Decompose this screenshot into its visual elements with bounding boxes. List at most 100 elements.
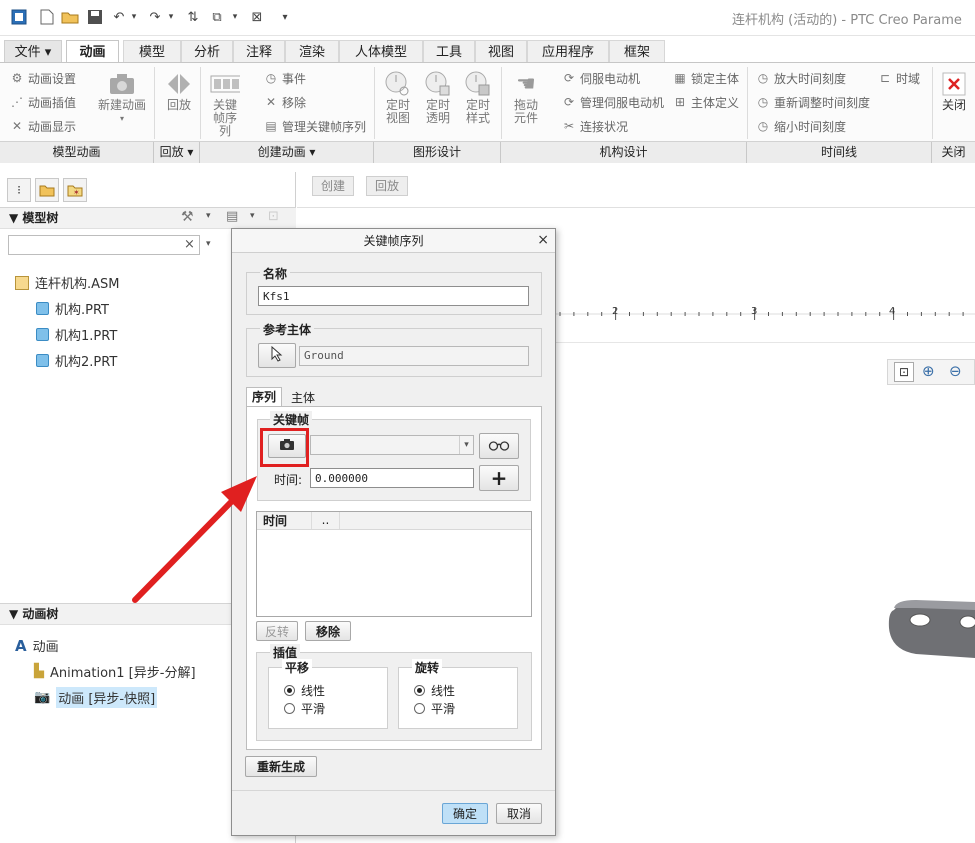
anim-interp-button[interactable]: ⋰ 动画插值 xyxy=(10,93,76,111)
new-file-icon[interactable] xyxy=(38,8,56,26)
new-animation-button[interactable]: 新建动画 ▾ xyxy=(95,69,149,125)
tab-view[interactable]: 视图 xyxy=(475,40,527,63)
tab-file[interactable]: 文件 ▾ xyxy=(4,40,62,63)
tab-render[interactable]: 渲染 xyxy=(285,40,339,63)
group-close: 关闭 xyxy=(941,145,966,159)
body-definition-icon: ⊞ xyxy=(674,95,686,109)
anim-tree-root[interactable]: A 动画 xyxy=(15,636,59,656)
timed-style-button[interactable]: 定时样式 xyxy=(457,69,499,125)
app-icon[interactable] xyxy=(10,8,28,26)
tab-model-tree-icon[interactable]: ⁝ xyxy=(7,178,31,202)
tree-columns-dropdown-icon[interactable]: ▾ xyxy=(250,211,255,221)
zoom-out-timescale-button[interactable]: ◷ 缩小时间刻度 xyxy=(756,117,846,135)
snapshot-select[interactable] xyxy=(310,435,474,455)
manage-kfs-button[interactable]: ▤ 管理关键帧序列 xyxy=(264,117,366,135)
manage-servo-button[interactable]: ⟳ 管理伺服电动机 xyxy=(562,93,664,111)
add-keyframe-button[interactable]: + xyxy=(479,465,519,491)
rotation-smooth-radio[interactable]: 平滑 xyxy=(414,700,455,717)
group-create-animation[interactable]: 创建动画 ▾ xyxy=(200,142,374,163)
timed-transparency-button[interactable]: 定时透明 xyxy=(417,69,459,125)
dialog-close-icon[interactable]: × xyxy=(537,232,549,248)
replay-button[interactable]: 回放 xyxy=(366,176,409,196)
rotation-linear-radio[interactable]: 线性 xyxy=(414,682,455,699)
body-definition-button[interactable]: ⊞ 主体定义 xyxy=(673,93,739,111)
anim-settings-button[interactable]: ⚙ 动画设置 xyxy=(10,69,76,87)
tab-animation[interactable]: 动画 xyxy=(66,40,119,63)
reverse-button[interactable]: 反转 xyxy=(256,621,298,641)
timeline-ruler[interactable] xyxy=(556,302,975,326)
readjust-timescale-button[interactable]: ◷ 重新调整时间刻度 xyxy=(756,93,870,111)
close-red-icon xyxy=(939,69,969,99)
windows-dropdown-icon[interactable]: ▾ xyxy=(226,8,244,26)
open-folder-icon[interactable] xyxy=(61,8,79,26)
group-playback[interactable]: 回放 ▾ xyxy=(154,142,200,163)
tab-manikin[interactable]: 人体模型 xyxy=(339,40,423,63)
translation-linear-radio[interactable]: 线性 xyxy=(284,682,325,699)
tree-item-assembly[interactable]: 连杆机构.ASM xyxy=(15,273,120,292)
refit-icon[interactable]: ⊡ xyxy=(894,362,914,382)
keyframe-sequence-button[interactable]: 关键帧序列 xyxy=(203,69,247,138)
zoom-in-timescale-button[interactable]: ◷ 放大时间刻度 xyxy=(756,69,846,87)
interpolation-icon: ⋰ xyxy=(11,95,23,109)
remove-button[interactable]: ✕ 移除 xyxy=(264,93,306,111)
timed-view-button[interactable]: 定时视图 xyxy=(377,69,419,125)
create-button[interactable]: 创建 xyxy=(312,176,355,196)
clear-search-icon[interactable]: × xyxy=(184,237,195,252)
windows-icon[interactable]: ⧉ xyxy=(208,8,226,26)
tree-item-part[interactable]: 机构1.PRT xyxy=(36,325,117,344)
tab-body[interactable]: 主体 xyxy=(284,389,322,407)
model-tree-search-input[interactable] xyxy=(8,235,200,255)
save-icon[interactable] xyxy=(86,8,104,26)
cancel-button[interactable]: 取消 xyxy=(496,803,542,824)
window-title: 连杆机构 (活动的) - PTC Creo Parame xyxy=(732,13,962,28)
tab-analysis[interactable]: 分析 xyxy=(181,40,233,63)
anim-display-button[interactable]: ✕ 动画显示 xyxy=(10,117,76,135)
preview-snapshot-button[interactable] xyxy=(479,433,519,459)
redo-dropdown-icon[interactable]: ▾ xyxy=(162,8,180,26)
tab-annotate[interactable]: 注释 xyxy=(233,40,285,63)
3d-link-part[interactable] xyxy=(886,598,975,662)
ruler-label: 2 xyxy=(612,306,619,317)
anim-tree-item-selected[interactable]: 📷 动画 [异步-快照] xyxy=(34,687,158,708)
tree-settings-dropdown-icon[interactable]: ▾ xyxy=(206,211,211,221)
search-dropdown-icon[interactable]: ▾ xyxy=(206,239,211,249)
drag-components-button[interactable]: ☚ 拖动元件 xyxy=(505,69,547,125)
tree-columns-icon[interactable]: ▤ xyxy=(226,209,238,224)
tab-framework[interactable]: 框架 xyxy=(609,40,665,63)
snapshot-dropdown-arrow-icon[interactable]: ▾ xyxy=(459,436,473,454)
qat-customize-icon[interactable]: ▾ xyxy=(276,8,294,26)
regenerate-icon[interactable]: ⇅ xyxy=(184,8,202,26)
close-window-icon[interactable]: ⊠ xyxy=(248,8,266,26)
tree-filter-icon[interactable]: ⊡ xyxy=(268,209,279,224)
tree-item-part[interactable]: 机构.PRT xyxy=(36,299,109,318)
translation-smooth-radio[interactable]: 平滑 xyxy=(284,700,325,717)
tab-model[interactable]: 模型 xyxy=(123,40,181,63)
connection-status-button[interactable]: ✂ 连接状况 xyxy=(562,117,628,135)
close-animation-button[interactable]: 关闭 xyxy=(935,69,973,112)
tab-sequence[interactable]: 序列 xyxy=(246,387,282,407)
zoom-out-icon[interactable]: ⊖ xyxy=(949,362,962,380)
keyframe-table[interactable]: 时间 .. xyxy=(256,511,532,617)
remove-icon: ✕ xyxy=(265,95,277,109)
event-button[interactable]: ◷ 事件 xyxy=(264,69,306,87)
servo-motor-button[interactable]: ⟳ 伺服电动机 xyxy=(562,69,640,87)
tab-favorites-icon[interactable]: ✶ xyxy=(63,178,87,202)
remove-keyframe-button[interactable]: 移除 xyxy=(305,621,351,641)
zoom-in-icon[interactable]: ⊕ xyxy=(922,362,935,380)
tab-tools[interactable]: 工具 xyxy=(423,40,475,63)
lock-body-button[interactable]: ▦ 锁定主体 xyxy=(673,69,739,87)
tree-item-part[interactable]: 机构2.PRT xyxy=(36,351,117,370)
servo-icon: ⟳ xyxy=(563,71,575,85)
undo-dropdown-icon[interactable]: ▾ xyxy=(125,8,143,26)
time-domain-button[interactable]: ⊏ 时域 xyxy=(878,69,920,87)
tab-applications[interactable]: 应用程序 xyxy=(527,40,609,63)
regenerate-button[interactable]: 重新生成 xyxy=(245,756,317,777)
tree-settings-icon[interactable]: ⚒ xyxy=(181,209,194,225)
ok-button[interactable]: 确定 xyxy=(442,803,488,824)
tab-folder-browser-icon[interactable] xyxy=(35,178,59,202)
select-reference-button[interactable] xyxy=(258,343,296,368)
time-input[interactable] xyxy=(310,468,474,488)
anim-tree-item[interactable]: ▙ Animation1 [异步-分解] xyxy=(34,662,196,681)
name-input[interactable] xyxy=(258,286,529,306)
playback-button[interactable]: 回放 xyxy=(158,69,200,112)
